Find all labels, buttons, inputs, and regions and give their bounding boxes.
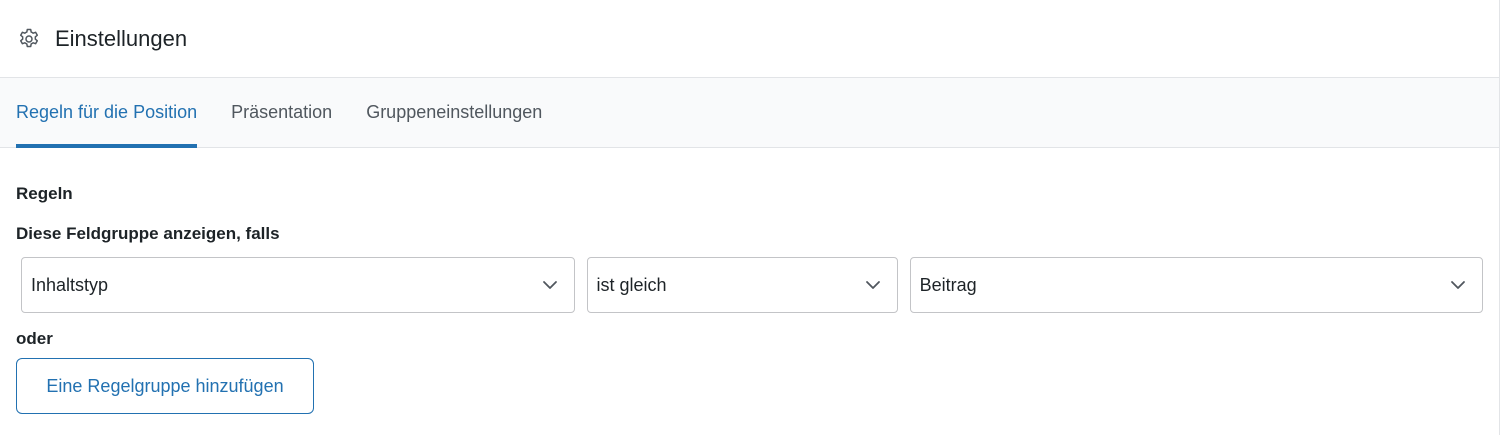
tab-presentation[interactable]: Präsentation [231, 78, 332, 147]
settings-panel: Einstellungen Regeln für die Position Pr… [0, 0, 1500, 435]
rule-row: Inhaltstyp ist gleich Beitrag [16, 257, 1483, 313]
gear-icon [16, 26, 42, 52]
rule-value-select[interactable]: Beitrag [909, 257, 1483, 313]
rule-operator-select[interactable]: ist gleich [586, 257, 898, 313]
chevron-down-icon [540, 275, 560, 295]
tab-location-rules[interactable]: Regeln für die Position [16, 78, 198, 148]
rule-operator-value: ist gleich [596, 274, 667, 295]
rule-value-value: Beitrag [919, 274, 977, 295]
chevron-down-icon [863, 275, 883, 295]
rules-condition-label: Diese Feldgruppe anzeigen, falls [16, 224, 280, 243]
rules-section-label: Regeln [16, 184, 73, 203]
or-label: oder [16, 329, 53, 348]
add-rule-group-button[interactable]: Eine Regelgruppe hinzufügen [16, 358, 314, 414]
rule-param-value: Inhaltstyp [31, 274, 109, 295]
rule-param-select[interactable]: Inhaltstyp [21, 257, 575, 313]
chevron-down-icon [1448, 275, 1468, 295]
panel-header: Einstellungen [0, 0, 1499, 78]
rules-content: Regeln Diese Feldgruppe anzeigen, falls … [0, 184, 1499, 414]
panel-title: Einstellungen [55, 25, 188, 51]
tab-group-settings[interactable]: Gruppeneinstellungen [366, 78, 542, 147]
tab-bar: Regeln für die Position Präsentation Gru… [0, 78, 1499, 148]
